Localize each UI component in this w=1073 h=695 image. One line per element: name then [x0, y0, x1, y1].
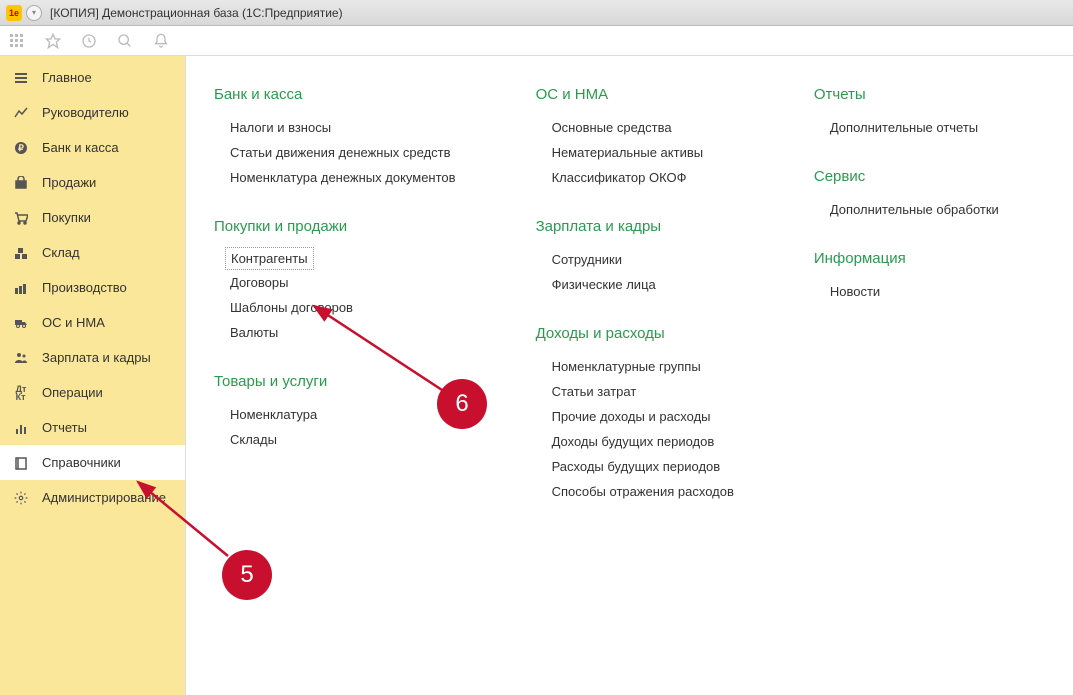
- sidebar-item-directories[interactable]: Справочники: [0, 445, 185, 480]
- section-title-hr[interactable]: Зарплата и кадры: [536, 218, 734, 235]
- content-column-1: Банк и касса Налоги и взносы Статьи движ…: [214, 86, 456, 480]
- sidebar-item-assets[interactable]: ОС и НМА: [0, 305, 185, 340]
- svg-text:₽: ₽: [18, 143, 24, 153]
- sidebar-item-label: Отчеты: [42, 420, 87, 435]
- link-contracts[interactable]: Договоры: [214, 270, 456, 295]
- link-contract-templates[interactable]: Шаблоны договоров: [214, 295, 456, 320]
- link-individuals[interactable]: Физические лица: [536, 272, 734, 297]
- titlebar: 1e ▾ [КОПИЯ] Демонстрационная база (1С:П…: [0, 0, 1073, 26]
- content-column-2: ОС и НМА Основные средства Нематериальны…: [536, 86, 734, 532]
- link-future-expenses[interactable]: Расходы будущих периодов: [536, 454, 734, 479]
- sidebar-item-admin[interactable]: Администрирование: [0, 480, 185, 515]
- sidebar-item-sales[interactable]: Продажи: [0, 165, 185, 200]
- sidebar-item-salary[interactable]: Зарплата и кадры: [0, 340, 185, 375]
- section-title-bank[interactable]: Банк и касса: [214, 86, 456, 103]
- section-title-info[interactable]: Информация: [814, 250, 999, 267]
- book-icon: [12, 454, 30, 472]
- link-okof[interactable]: Классификатор ОКОФ: [536, 165, 734, 190]
- sidebar-item-label: Главное: [42, 70, 92, 85]
- section-title-purchases-sales[interactable]: Покупки и продажи: [214, 218, 456, 235]
- sidebar-item-label: Зарплата и кадры: [42, 350, 151, 365]
- badge-6-label: 6: [455, 390, 468, 418]
- bar-chart-icon: [12, 419, 30, 437]
- link-counterparties[interactable]: Контрагенты: [225, 247, 314, 270]
- sidebar-item-main[interactable]: Главное: [0, 60, 185, 95]
- link-nomenclature[interactable]: Номенклатура: [214, 402, 456, 427]
- sidebar-item-label: Банк и касса: [42, 140, 119, 155]
- sidebar-item-manager[interactable]: Руководителю: [0, 95, 185, 130]
- search-icon[interactable]: [116, 32, 134, 50]
- sidebar: Главное Руководителю ₽ Банк и касса Прода…: [0, 56, 186, 695]
- link-intangible-assets[interactable]: Нематериальные активы: [536, 140, 734, 165]
- truck-icon: [12, 314, 30, 332]
- link-other-income[interactable]: Прочие доходы и расходы: [536, 404, 734, 429]
- link-cash-documents[interactable]: Номенклатура денежных документов: [214, 165, 456, 190]
- sidebar-item-label: Операции: [42, 385, 103, 400]
- bell-icon[interactable]: [152, 32, 170, 50]
- content-area: Банк и касса Налоги и взносы Статьи движ…: [186, 56, 1073, 695]
- section-title-income-expense[interactable]: Доходы и расходы: [536, 325, 734, 342]
- section-title-service[interactable]: Сервис: [814, 168, 999, 185]
- sidebar-item-label: Продажи: [42, 175, 96, 190]
- apps-grid-icon[interactable]: [8, 32, 26, 50]
- link-cashflow-items[interactable]: Статьи движения денежных средств: [214, 140, 456, 165]
- link-currencies[interactable]: Валюты: [214, 320, 456, 345]
- link-warehouses[interactable]: Склады: [214, 427, 456, 452]
- link-future-income[interactable]: Доходы будущих периодов: [536, 429, 734, 454]
- sidebar-item-label: ОС и НМА: [42, 315, 105, 330]
- link-expense-methods[interactable]: Способы отражения расходов: [536, 479, 734, 504]
- section-title-goods[interactable]: Товары и услуги: [214, 373, 456, 390]
- link-nomenclature-groups[interactable]: Номенклатурные группы: [536, 354, 734, 379]
- titlebar-dropdown-icon[interactable]: ▾: [26, 5, 42, 21]
- chart-line-icon: [12, 104, 30, 122]
- sidebar-item-label: Руководителю: [42, 105, 129, 120]
- badge-5-label: 5: [240, 561, 253, 589]
- menu-icon: [12, 69, 30, 87]
- star-icon[interactable]: [44, 32, 62, 50]
- link-taxes[interactable]: Налоги и взносы: [214, 115, 456, 140]
- annotation-badge-5: 5: [222, 550, 272, 600]
- sidebar-item-label: Администрирование: [42, 490, 166, 505]
- link-cost-items[interactable]: Статьи затрат: [536, 379, 734, 404]
- sidebar-item-production[interactable]: Производство: [0, 270, 185, 305]
- sidebar-item-purchases[interactable]: Покупки: [0, 200, 185, 235]
- gear-icon: [12, 489, 30, 507]
- sidebar-item-reports[interactable]: Отчеты: [0, 410, 185, 445]
- link-additional-processing[interactable]: Дополнительные обработки: [814, 197, 999, 222]
- app-logo-icon: 1e: [6, 5, 22, 21]
- sidebar-item-label: Производство: [42, 280, 127, 295]
- link-additional-reports[interactable]: Дополнительные отчеты: [814, 115, 999, 140]
- sidebar-item-operations[interactable]: ДтКт Операции: [0, 375, 185, 410]
- sidebar-item-label: Склад: [42, 245, 80, 260]
- toolbar: [0, 26, 1073, 56]
- annotation-badge-6: 6: [437, 379, 487, 429]
- sidebar-item-label: Покупки: [42, 210, 91, 225]
- content-column-3: Отчеты Дополнительные отчеты Сервис Допо…: [814, 86, 999, 332]
- ruble-icon: ₽: [12, 139, 30, 157]
- dtkt-icon: ДтКт: [12, 384, 30, 402]
- sidebar-item-warehouse[interactable]: Склад: [0, 235, 185, 270]
- cart-icon: [12, 209, 30, 227]
- link-news[interactable]: Новости: [814, 279, 999, 304]
- section-title-assets[interactable]: ОС и НМА: [536, 86, 734, 103]
- bag-icon: [12, 174, 30, 192]
- window-title: [КОПИЯ] Демонстрационная база (1С:Предпр…: [50, 6, 343, 20]
- sidebar-item-bank[interactable]: ₽ Банк и касса: [0, 130, 185, 165]
- link-employees[interactable]: Сотрудники: [536, 247, 734, 272]
- history-icon[interactable]: [80, 32, 98, 50]
- link-fixed-assets[interactable]: Основные средства: [536, 115, 734, 140]
- factory-icon: [12, 279, 30, 297]
- people-icon: [12, 349, 30, 367]
- sidebar-item-label: Справочники: [42, 455, 121, 470]
- boxes-icon: [12, 244, 30, 262]
- section-title-reports[interactable]: Отчеты: [814, 86, 999, 103]
